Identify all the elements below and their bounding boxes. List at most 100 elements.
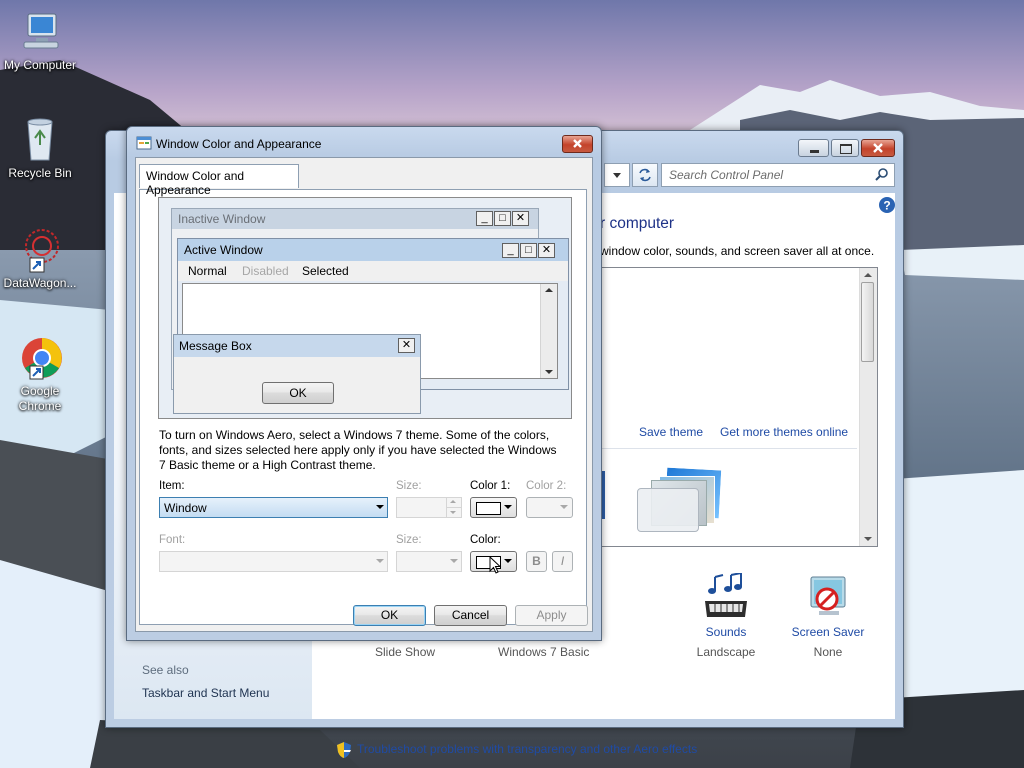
font-label: Font:: [159, 534, 186, 546]
preview-message-box: Message Box ✕ OK: [173, 334, 421, 414]
tab-page: Inactive Window _ □ ✕ Active Window _ □ …: [139, 189, 587, 625]
theme-list[interactable]: Save theme Get more themes online: [600, 267, 878, 547]
preview-menu-selected: Selected: [302, 264, 349, 278]
slide-show-label: Slide Show: [375, 645, 436, 659]
apply-button[interactable]: Apply: [515, 605, 588, 626]
active-title: Active Window: [184, 243, 263, 257]
dialog-title: Window Color and Appearance: [156, 137, 322, 151]
desktop-icon-my-computer[interactable]: My Computer: [0, 8, 80, 73]
refresh-icon: [639, 168, 651, 182]
desktop-icon-label: Google Chrome: [18, 384, 62, 413]
theme-list-scrollbar[interactable]: [859, 268, 877, 546]
chevron-down-icon: [504, 559, 512, 563]
window-color-dialog: Window Color and Appearance Window Color…: [126, 126, 602, 641]
mouse-cursor-icon: [489, 556, 502, 574]
preview-close-icon: ✕: [398, 338, 415, 353]
desktop-icon-datawagon[interactable]: DataWagon...: [0, 226, 80, 291]
appearance-window-icon: [136, 136, 152, 150]
desktop-icon-label: Recycle Bin: [8, 166, 72, 180]
see-also-heading: See also: [142, 663, 189, 677]
size-spinner[interactable]: [396, 497, 462, 518]
preview-minimize-icon: _: [476, 211, 493, 226]
address-dropdown-button[interactable]: [604, 163, 630, 187]
spin-up-button[interactable]: [446, 498, 461, 508]
font-size-select[interactable]: [396, 551, 462, 572]
desktop-icon-recycle-bin[interactable]: Recycle Bin: [0, 116, 80, 181]
bold-button[interactable]: B: [526, 551, 547, 572]
msgbox-title: Message Box: [179, 339, 252, 353]
chevron-down-icon: [504, 505, 512, 509]
chevron-down-icon: [376, 559, 384, 563]
color2-label: Color 2:: [526, 480, 567, 492]
close-button[interactable]: [861, 139, 895, 157]
item-select[interactable]: Window: [159, 497, 388, 518]
chrome-icon: [16, 334, 64, 382]
desktop-icon-google-chrome[interactable]: Google Chrome: [0, 334, 80, 414]
search-input[interactable]: Search Control Panel: [669, 168, 783, 182]
font-color-label: Color:: [470, 534, 501, 546]
computer-icon: [16, 8, 64, 56]
music-notes-icon: [705, 573, 747, 617]
info-text: To turn on Windows Aero, select a Window…: [159, 428, 557, 472]
italic-button[interactable]: I: [552, 551, 573, 572]
save-theme-link[interactable]: Save theme: [639, 425, 703, 439]
preview-minimize-icon: _: [502, 243, 519, 258]
color1-picker[interactable]: [470, 497, 517, 518]
chevron-down-icon: [560, 505, 568, 509]
tab-window-color-and-appearance[interactable]: Window Color and Appearance: [139, 164, 299, 197]
preview-maximize-icon: □: [520, 243, 537, 258]
inactive-title: Inactive Window: [178, 212, 266, 226]
get-more-themes-link[interactable]: Get more themes online: [720, 425, 848, 439]
ok-button[interactable]: OK: [353, 605, 426, 626]
search-icon[interactable]: [874, 167, 890, 183]
preview-close-icon: ✕: [512, 211, 529, 226]
windows-7-basic-label: Windows 7 Basic: [498, 645, 590, 659]
desktop-icon-label: DataWagon...: [3, 276, 77, 290]
font-select[interactable]: [159, 551, 388, 572]
color1-swatch: [476, 502, 501, 515]
refresh-button[interactable]: [632, 163, 658, 187]
preview-scrollbar: [540, 284, 557, 378]
dialog-body: Window Color and Appearance Inactive Win…: [135, 157, 593, 632]
screen-saver-item[interactable]: Screen Saver None: [768, 573, 888, 659]
screen-saver-icon: [810, 576, 846, 615]
item-select-value: Window: [164, 501, 207, 515]
page-subheading: window color, sounds, and screen saver a…: [600, 244, 875, 258]
taskbar-start-menu-link[interactable]: Taskbar and Start Menu: [142, 686, 269, 700]
color2-picker[interactable]: [526, 497, 573, 518]
scroll-thumb[interactable]: [861, 282, 874, 362]
preview-close-icon: ✕: [538, 243, 555, 258]
maximize-button[interactable]: [831, 139, 859, 157]
divider: [601, 448, 857, 449]
search-box[interactable]: Search Control Panel: [661, 163, 895, 187]
svg-text:?: ?: [883, 199, 890, 213]
shield-icon: [337, 742, 351, 758]
preview-maximize-icon: □: [494, 211, 511, 226]
page-heading: r computer: [600, 215, 675, 232]
cancel-button[interactable]: Cancel: [434, 605, 507, 626]
size-label: Size:: [396, 480, 422, 492]
appearance-preview[interactable]: Inactive Window _ □ ✕ Active Window _ □ …: [158, 197, 572, 419]
spin-down-button[interactable]: [446, 508, 461, 517]
close-icon: [573, 139, 582, 148]
preview-menu-disabled: Disabled: [242, 264, 289, 278]
troubleshoot-link[interactable]: Troubleshoot problems with transparency …: [357, 742, 697, 756]
msgbox-ok-button: OK: [262, 382, 334, 404]
scroll-up-arrow[interactable]: [864, 273, 872, 277]
preview-menu-normal: Normal: [188, 264, 227, 278]
dialog-close-button[interactable]: [562, 135, 593, 153]
screen-saver-value: None: [813, 645, 843, 659]
screen-saver-label[interactable]: Screen Saver: [768, 625, 888, 639]
datawagon-icon: [16, 226, 64, 274]
help-icon[interactable]: ?: [877, 195, 897, 215]
desktop-icon-label: My Computer: [3, 58, 77, 72]
font-size-label: Size:: [396, 534, 422, 546]
slide-show-thumbnails[interactable]: [637, 466, 739, 532]
chevron-down-icon: [376, 505, 384, 509]
minimize-button[interactable]: [798, 139, 829, 157]
chevron-down-icon: [450, 559, 458, 563]
scroll-down-arrow[interactable]: [864, 537, 872, 541]
item-label: Item:: [159, 480, 185, 492]
close-icon: [873, 143, 883, 153]
recycle-bin-icon: [16, 116, 64, 164]
